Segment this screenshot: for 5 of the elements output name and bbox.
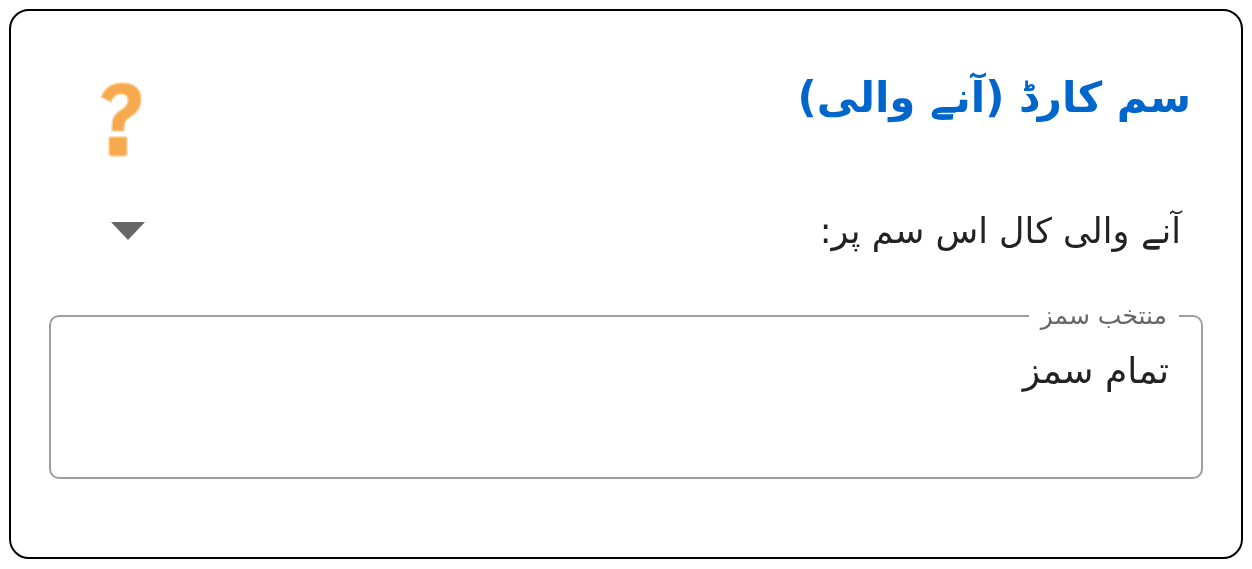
caret-icon	[111, 222, 145, 240]
field-label: منتخب سمز	[1038, 301, 1168, 330]
field-value: تمام سمز	[1020, 350, 1169, 391]
sim-dropdown[interactable]: آنے والی کال اس سم پر:	[49, 191, 1203, 271]
card-title: سم کارڈ (آنے والی)	[797, 73, 1191, 124]
